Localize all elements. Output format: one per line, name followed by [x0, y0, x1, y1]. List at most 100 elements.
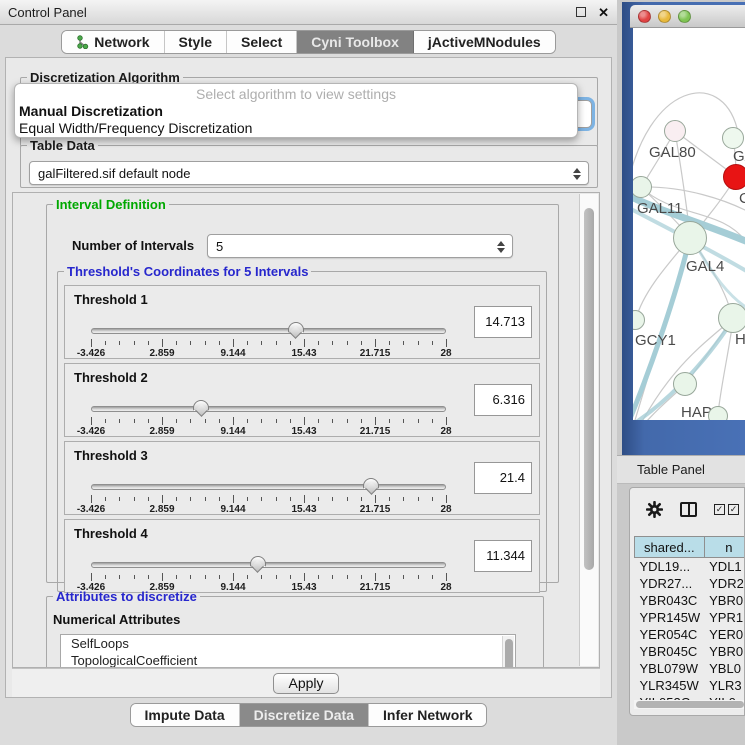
split-columns-icon[interactable]	[680, 502, 697, 517]
node-label: GA	[733, 148, 745, 165]
dropdown-option-manual[interactable]: Manual Discretization	[15, 103, 577, 120]
threshold-2-value-field[interactable]: 6.316	[474, 384, 532, 416]
table-row[interactable]: YLR345WYLR3	[635, 677, 745, 694]
table-cell[interactable]: YLR3	[704, 677, 745, 694]
bottom-tab-row: Impute Data Discretize Data Infer Networ…	[0, 703, 617, 727]
minimize-traffic-light[interactable]	[658, 10, 671, 23]
close-icon[interactable]: ✕	[598, 6, 609, 19]
slider-thumb[interactable]	[193, 400, 209, 411]
slider-tick-labels: -3.4262.8599.14415.4321.71528	[91, 426, 446, 438]
numerical-attributes-list[interactable]: SelfLoopsTopologicalCoefficientBetweenne…	[60, 634, 516, 668]
threshold-1-value-field[interactable]: 14.713	[474, 306, 532, 338]
node-label: GAL80	[649, 144, 696, 161]
table-horizontal-scrollbar[interactable]	[634, 700, 745, 709]
threshold-2-slider[interactable]: -3.4262.8599.14415.4321.71528	[91, 402, 446, 436]
node-label: H	[735, 331, 745, 348]
settings-vertical-scrollbar[interactable]	[579, 194, 598, 666]
threshold-3-slider[interactable]: -3.4262.8599.14415.4321.71528	[91, 480, 446, 514]
tab-cyni-toolbox[interactable]: Cyni Toolbox	[297, 31, 414, 53]
network-canvas[interactable]: GAL80GACGAL11GAL4GCY1HHAP2	[633, 28, 745, 420]
tab-style[interactable]: Style	[165, 31, 227, 53]
zoom-traffic-light[interactable]	[678, 10, 691, 23]
table-cell[interactable]: YDR27...	[635, 575, 705, 592]
table-cell[interactable]: YDR2	[704, 575, 745, 592]
checkbox-pair-icon[interactable]: ✓ ✓	[714, 504, 739, 515]
column-header-shared[interactable]: shared...	[635, 537, 705, 558]
checkbox-icon: ✓	[728, 504, 739, 515]
table-cell[interactable]: YLR345W	[635, 677, 705, 694]
gear-icon[interactable]	[646, 501, 663, 518]
table-cell[interactable]: YDL1	[704, 558, 745, 575]
table-row[interactable]: YBL079WYBL0	[635, 660, 745, 677]
table-row[interactable]: YPR145WYPR1	[635, 609, 745, 626]
table-data-combobox[interactable]: galFiltered.sif default node	[29, 161, 589, 185]
tab-style-label: Style	[179, 34, 212, 50]
control-panel-titlebar: Control Panel ✕	[0, 0, 617, 25]
threshold-4-slider[interactable]: -3.4262.8599.14415.4321.71528	[91, 558, 446, 592]
table-cell[interactable]: YBL079W	[635, 660, 705, 677]
table-row[interactable]: YBR043CYBR0	[635, 592, 745, 609]
scrollbar-thumb[interactable]	[584, 208, 594, 570]
tab-discretize-data[interactable]: Discretize Data	[240, 704, 369, 726]
table-panel-title: Table Panel	[637, 462, 705, 477]
apply-button[interactable]: Apply	[273, 673, 339, 694]
scrollbar-thumb[interactable]	[636, 701, 744, 708]
table-row[interactable]: YBR045CYBR0	[635, 643, 745, 660]
tab-select[interactable]: Select	[227, 31, 297, 53]
table-cell[interactable]: YPR1	[704, 609, 745, 626]
network-node-h[interactable]	[718, 303, 745, 333]
tab-impute-data[interactable]: Impute Data	[131, 704, 240, 726]
tab-impute-data-label: Impute Data	[145, 707, 225, 723]
threshold-4-value-field[interactable]: 11.344	[474, 540, 532, 572]
table-row[interactable]: YDL19...YDL1	[635, 558, 745, 575]
slider-ticks	[91, 495, 446, 503]
threshold-1-label: Threshold 1	[74, 292, 148, 307]
table-cell[interactable]: YBL0	[704, 660, 745, 677]
network-node-hap2[interactable]	[673, 372, 697, 396]
table-cell[interactable]: YER0	[704, 626, 745, 643]
dropdown-option-equal-width[interactable]: Equal Width/Frequency Discretization	[15, 120, 577, 137]
network-node[interactable]	[708, 406, 728, 420]
scrollbar-thumb[interactable]	[505, 639, 513, 668]
slider-track[interactable]	[91, 328, 446, 334]
table-row[interactable]: YDR27...YDR2	[635, 575, 745, 592]
threshold-3-value-field[interactable]: 21.4	[474, 462, 532, 494]
network-node[interactable]	[723, 164, 745, 190]
number-of-intervals-combobox[interactable]: 5	[207, 234, 513, 258]
column-header-name[interactable]: n	[704, 537, 745, 558]
slider-track[interactable]	[91, 406, 446, 412]
tab-infer-network[interactable]: Infer Network	[369, 704, 486, 726]
attribute-list-item[interactable]: TopologicalCoefficient	[61, 652, 515, 668]
attributes-scrollbar[interactable]	[502, 636, 514, 668]
dropdown-hint-item[interactable]: Select algorithm to view settings	[15, 86, 577, 103]
threshold-1-slider[interactable]: -3.4262.8599.14415.4321.71528	[91, 324, 446, 358]
close-traffic-light[interactable]	[638, 10, 651, 23]
table-cell[interactable]: YER054C	[635, 626, 705, 643]
tab-network[interactable]: Network	[62, 31, 164, 53]
table-cell[interactable]: YBR043C	[635, 592, 705, 609]
slider-thumb[interactable]	[250, 556, 266, 567]
table-row[interactable]: YER054CYER0	[635, 626, 745, 643]
table-data-title: Table Data	[27, 138, 98, 153]
algorithm-dropdown-popup: Select algorithm to view settings Manual…	[14, 83, 578, 138]
attributes-title: Attributes to discretize	[53, 589, 200, 604]
attribute-items: SelfLoopsTopologicalCoefficientBetweenne…	[61, 635, 515, 668]
table-cell[interactable]: YPR145W	[635, 609, 705, 626]
combo-spinner-icon	[496, 239, 505, 255]
float-window-icon[interactable]	[576, 7, 586, 17]
top-tab-group: Network Style Select Cyni Toolbox jActiv…	[61, 30, 555, 54]
table-cell[interactable]: YDL19...	[635, 558, 705, 575]
table-cell[interactable]: YBR045C	[635, 643, 705, 660]
network-node-ga[interactable]	[722, 127, 744, 149]
slider-track[interactable]	[91, 562, 446, 568]
table-cell[interactable]: YBR0	[704, 592, 745, 609]
slider-track[interactable]	[91, 484, 446, 490]
tab-jactivemnodules[interactable]: jActiveMNodules	[414, 31, 555, 53]
table-cell[interactable]: YBR0	[704, 643, 745, 660]
slider-thumb[interactable]	[363, 478, 379, 489]
slider-ticks	[91, 339, 446, 347]
network-node-gal80[interactable]	[664, 120, 686, 142]
attribute-list-item[interactable]: SelfLoops	[61, 635, 515, 652]
slider-thumb[interactable]	[288, 322, 304, 333]
network-node-gal4[interactable]	[673, 221, 707, 255]
